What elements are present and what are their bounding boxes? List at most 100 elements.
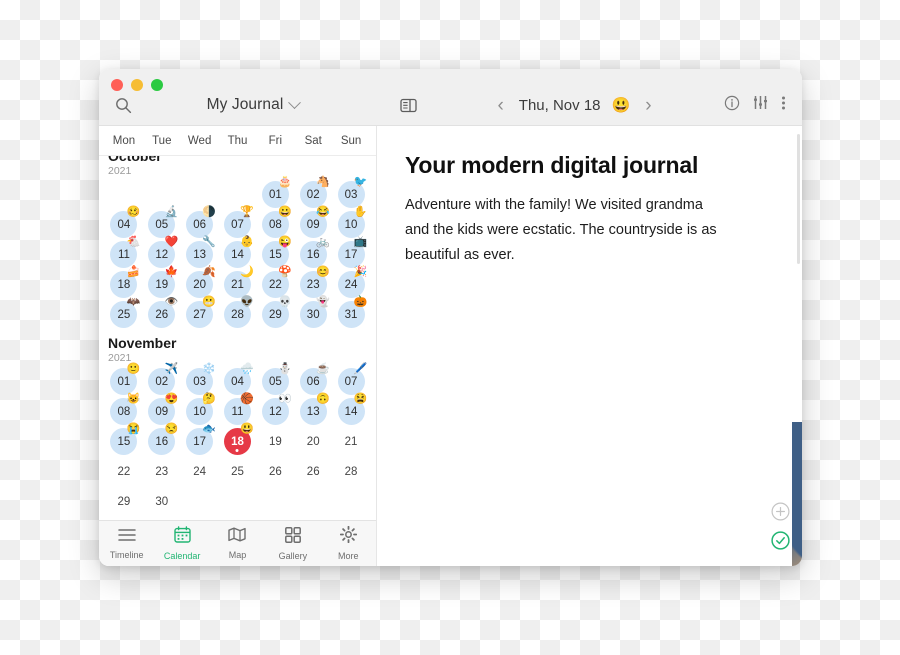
day-circle[interactable]: 01 🙂	[110, 364, 140, 395]
day-circle[interactable]: 21	[338, 428, 365, 455]
reading-view-button[interactable]	[391, 98, 425, 113]
entry-scrollbar[interactable]	[797, 134, 800, 264]
day-cell[interactable]: 11 🏀	[219, 394, 257, 426]
day-circle[interactable]: 08 😀	[261, 207, 292, 238]
filters-button[interactable]	[753, 95, 768, 115]
day-cell[interactable]: 10 ✋	[332, 207, 370, 239]
day-circle[interactable]: 26	[262, 458, 289, 485]
day-cell[interactable]: 06 ☕	[294, 364, 332, 396]
day-circle[interactable]: 06 ☕	[299, 364, 330, 395]
next-day-button[interactable]: ›	[641, 94, 655, 117]
confirm-entry-button[interactable]	[771, 531, 790, 550]
day-cell[interactable]: 31 🎃	[332, 297, 370, 329]
day-cell[interactable]: 20 🍂	[181, 267, 219, 299]
more-options-button[interactable]	[781, 95, 786, 116]
day-cell[interactable]: 18 😃	[219, 424, 257, 456]
day-circle[interactable]: 18 🍰	[110, 267, 140, 298]
day-circle[interactable]: 05 ⛄	[261, 364, 292, 395]
day-cell[interactable]: 30 👻	[294, 297, 332, 329]
day-cell[interactable]: 21 🌙	[219, 267, 257, 299]
day-cell[interactable]: 19 🍁	[143, 267, 181, 299]
day-circle[interactable]: 19 🍁	[148, 267, 178, 298]
day-circle[interactable]: 13 🔧	[186, 237, 216, 268]
day-cell[interactable]: 24	[181, 457, 219, 486]
day-circle[interactable]: 23	[148, 458, 175, 485]
day-circle[interactable]: 28 👽	[223, 297, 254, 328]
day-circle[interactable]: 17 📺	[337, 237, 368, 268]
day-circle[interactable]: 05 🔬	[148, 207, 178, 238]
day-cell[interactable]: 09 😂	[294, 207, 332, 239]
day-circle[interactable]: 04 🌧️	[223, 364, 254, 395]
day-circle[interactable]: 09 😍	[148, 394, 178, 425]
day-cell[interactable]: 13 🙃	[294, 394, 332, 426]
day-cell[interactable]: 11 🐔	[105, 237, 143, 269]
day-circle[interactable]: 20	[300, 428, 327, 455]
day-cell[interactable]: 05 🔬	[143, 207, 181, 239]
day-circle[interactable]: 06 🌗	[186, 207, 216, 238]
prev-day-button[interactable]: ‹	[493, 94, 507, 117]
calendar-scroll-area[interactable]: October 2021 01 🎂 02 🐴 03 🐦 04 🥴 05 🔬 06 🌗 07 🏆 08 😀 09 😂 10…	[99, 156, 376, 520]
day-cell[interactable]: 14 👶	[219, 237, 257, 269]
day-circle[interactable]: 30	[148, 488, 175, 515]
day-circle[interactable]: 01 🎂	[261, 177, 292, 208]
day-cell[interactable]: 23	[143, 457, 181, 486]
day-circle[interactable]: 14 👶	[223, 237, 254, 268]
day-cell[interactable]: 01 🎂	[256, 177, 294, 209]
day-cell[interactable]: 06 🌗	[181, 207, 219, 239]
day-cell[interactable]: 10 🤔	[181, 394, 219, 426]
tab-gallery[interactable]: Gallery	[265, 526, 320, 561]
tab-more[interactable]: More	[321, 525, 376, 561]
day-cell[interactable]: 25 🦇	[105, 297, 143, 329]
day-cell[interactable]: 26 👁️	[143, 297, 181, 329]
day-circle[interactable]: 26 👁️	[148, 297, 178, 328]
day-cell[interactable]: 17 🐟	[181, 424, 219, 456]
day-circle[interactable]: 11 🏀	[223, 394, 254, 425]
day-circle[interactable]: 29 💀	[261, 297, 292, 328]
day-circle[interactable]: 16 😒	[148, 424, 178, 455]
day-cell[interactable]: 15 😜	[256, 237, 294, 269]
day-circle[interactable]: 22 🍄	[261, 267, 292, 298]
day-cell[interactable]: 08 😀	[256, 207, 294, 239]
day-circle[interactable]: 04 🥴	[110, 207, 140, 238]
day-circle[interactable]: 07 🏆	[223, 207, 254, 238]
close-button[interactable]	[111, 79, 123, 91]
minimize-button[interactable]	[131, 79, 143, 91]
maximize-button[interactable]	[151, 79, 163, 91]
day-cell[interactable]: 03 🐦	[332, 177, 370, 209]
day-cell[interactable]: 21	[332, 427, 370, 456]
day-selected[interactable]: 18 😃	[223, 424, 254, 455]
day-circle[interactable]: 27 😬	[186, 297, 216, 328]
day-circle[interactable]: 20 🍂	[186, 267, 216, 298]
day-circle[interactable]: 23 😊	[299, 267, 330, 298]
day-cell[interactable]: 29	[105, 487, 143, 516]
day-circle[interactable]: 07 🖊️	[337, 364, 368, 395]
day-cell[interactable]: 29 💀	[256, 297, 294, 329]
day-circle[interactable]: 30 👻	[299, 297, 330, 328]
day-circle[interactable]: 10 ✋	[337, 207, 368, 238]
day-cell[interactable]: 28 👽	[219, 297, 257, 329]
day-circle[interactable]: 25 🦇	[110, 297, 140, 328]
day-circle[interactable]: 22	[110, 458, 137, 485]
day-cell[interactable]: 30	[143, 487, 181, 516]
day-circle[interactable]: 28	[338, 458, 365, 485]
day-circle[interactable]: 09 😂	[299, 207, 330, 238]
tab-calendar[interactable]: Calendar	[154, 526, 209, 561]
day-cell[interactable]: 24 🎉	[332, 267, 370, 299]
day-cell[interactable]: 02 🐴	[294, 177, 332, 209]
add-entry-button[interactable]	[771, 502, 790, 521]
day-cell[interactable]: 07 🖊️	[332, 364, 370, 396]
day-cell[interactable]: 04 🥴	[105, 207, 143, 239]
day-circle[interactable]: 02 🐴	[299, 177, 330, 208]
day-cell[interactable]: 16 😒	[143, 424, 181, 456]
day-circle[interactable]: 29	[110, 488, 137, 515]
day-circle[interactable]: 16 🚲	[299, 237, 330, 268]
tab-timeline[interactable]: Timeline	[99, 528, 154, 560]
day-cell[interactable]: 18 🍰	[105, 267, 143, 299]
search-button[interactable]	[109, 91, 137, 119]
day-circle[interactable]: 10 🤔	[186, 394, 216, 425]
day-circle[interactable]: 25	[224, 458, 251, 485]
day-circle[interactable]: 14 😫	[337, 394, 368, 425]
day-circle[interactable]: 08 😺	[110, 394, 140, 425]
day-cell[interactable]: 08 😺	[105, 394, 143, 426]
day-circle[interactable]: 02 ✈️	[148, 364, 178, 395]
